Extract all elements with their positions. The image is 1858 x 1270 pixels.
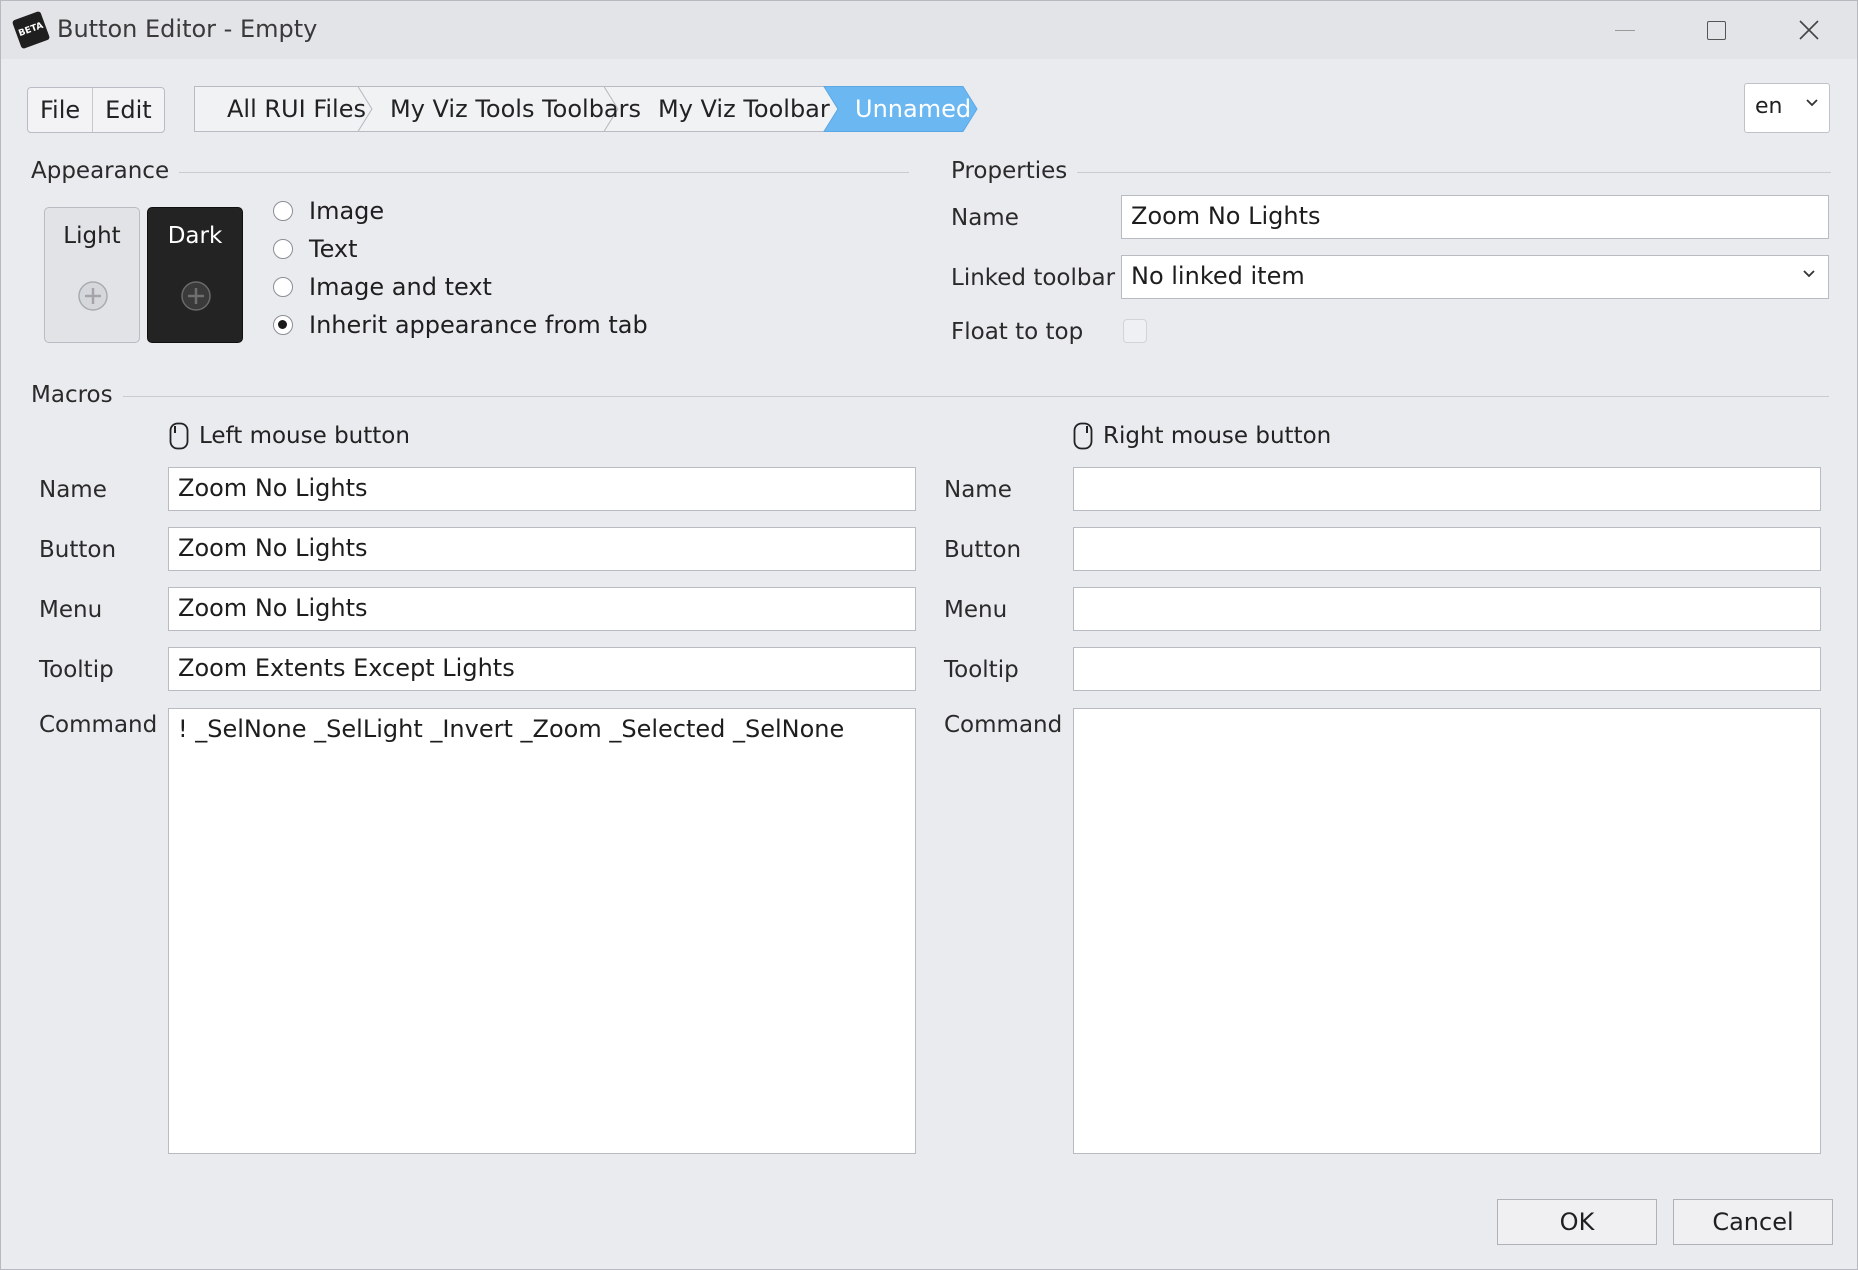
chevron-down-icon: [1806, 99, 1818, 107]
left-button-input[interactable]: Zoom No Lights: [168, 527, 916, 571]
mouse-left-icon: [169, 422, 189, 450]
rhino-beta-app-icon: BETA: [11, 10, 51, 50]
maximize-icon: [1706, 20, 1726, 40]
close-button[interactable]: [1789, 11, 1829, 49]
properties-name-input[interactable]: Zoom No Lights: [1121, 195, 1829, 239]
dark-tile-label: Dark: [167, 223, 223, 249]
properties-name-label: Name: [951, 205, 1019, 231]
right-mouse-button-label: Right mouse button: [1103, 423, 1332, 449]
right-name-input[interactable]: [1073, 467, 1821, 511]
macros-heading: Macros: [31, 382, 123, 408]
window-title: Button Editor - Empty: [57, 15, 318, 43]
left-button-label: Button: [39, 537, 117, 563]
radio-circle-checked: [273, 315, 293, 335]
breadcrumb-unnamed[interactable]: Unnamed: [855, 86, 971, 132]
left-command-textarea[interactable]: ! _SelNone _SelLight _Invert _Zoom _Sele…: [168, 708, 916, 1154]
radio-label: Image and text: [309, 273, 492, 301]
title-bar: BETA Button Editor - Empty: [1, 1, 1857, 59]
left-menu-label: Menu: [39, 597, 103, 623]
add-image-icon: [181, 281, 211, 311]
right-button-label: Button: [944, 537, 1022, 563]
left-menu-input[interactable]: Zoom No Lights: [168, 587, 916, 631]
cancel-button[interactable]: Cancel: [1673, 1199, 1833, 1245]
right-menu-label: Menu: [944, 597, 1008, 623]
float-to-top-label: Float to top: [951, 319, 1084, 345]
breadcrumb-my-viz-tools-toolbars[interactable]: My Viz Tools Toolbars: [390, 86, 641, 132]
radio-label: Image: [309, 197, 385, 225]
radio-circle: [273, 239, 293, 259]
properties-divider: [951, 172, 1831, 173]
light-tile-label: Light: [63, 223, 121, 249]
light-icon-tile[interactable]: Light: [44, 207, 140, 343]
close-icon: [1799, 20, 1819, 40]
menu-file[interactable]: File: [28, 88, 92, 132]
left-tooltip-label: Tooltip: [39, 657, 114, 683]
right-tooltip-label: Tooltip: [944, 657, 1019, 683]
macros-divider: [31, 396, 1829, 397]
left-mouse-button-header: Left mouse button: [169, 422, 410, 450]
right-button-input[interactable]: [1073, 527, 1821, 571]
minimize-button[interactable]: [1605, 11, 1645, 49]
radio-circle: [273, 277, 293, 297]
ok-button[interactable]: OK: [1497, 1199, 1657, 1245]
radio-image[interactable]: Image: [273, 195, 384, 227]
left-tooltip-input[interactable]: Zoom Extents Except Lights: [168, 647, 916, 691]
linked-toolbar-label: Linked toolbar: [951, 265, 1116, 291]
button-editor-window: BETA Button Editor - Empty File Edit All…: [0, 0, 1858, 1270]
radio-text[interactable]: Text: [273, 233, 358, 265]
right-command-textarea[interactable]: [1073, 708, 1821, 1154]
right-mouse-button-header: Right mouse button: [1073, 422, 1331, 450]
radio-label: Inherit appearance from tab: [309, 311, 648, 339]
appearance-heading: Appearance: [31, 158, 180, 184]
breadcrumb-my-viz-toolbar[interactable]: My Viz Toolbar: [658, 86, 830, 132]
left-command-label: Command: [39, 712, 158, 738]
mouse-right-icon: [1073, 422, 1093, 450]
left-mouse-button-label: Left mouse button: [199, 423, 410, 449]
right-command-label: Command: [944, 712, 1063, 738]
add-image-icon: [78, 281, 108, 311]
maximize-button[interactable]: [1696, 11, 1736, 49]
menu-bar: File Edit: [27, 87, 165, 133]
float-to-top-checkbox[interactable]: [1123, 319, 1147, 343]
dark-icon-tile[interactable]: Dark: [147, 207, 243, 343]
right-menu-input[interactable]: [1073, 587, 1821, 631]
right-name-label: Name: [944, 477, 1012, 503]
linked-toolbar-value: No linked item: [1131, 262, 1305, 290]
language-value: en: [1755, 94, 1783, 119]
properties-heading: Properties: [951, 158, 1078, 184]
language-select[interactable]: en: [1744, 83, 1830, 133]
radio-inherit-appearance[interactable]: Inherit appearance from tab: [273, 309, 648, 341]
radio-circle: [273, 201, 293, 221]
radio-label: Text: [309, 235, 358, 263]
right-tooltip-input[interactable]: [1073, 647, 1821, 691]
minimize-icon: [1615, 29, 1635, 31]
left-name-label: Name: [39, 477, 107, 503]
menu-edit[interactable]: Edit: [92, 88, 163, 132]
linked-toolbar-select[interactable]: No linked item: [1121, 255, 1829, 299]
left-name-input[interactable]: Zoom No Lights: [168, 467, 916, 511]
breadcrumb-all-rui-files[interactable]: All RUI Files: [227, 86, 366, 132]
chevron-down-icon: [1803, 270, 1815, 278]
radio-image-and-text[interactable]: Image and text: [273, 271, 492, 303]
